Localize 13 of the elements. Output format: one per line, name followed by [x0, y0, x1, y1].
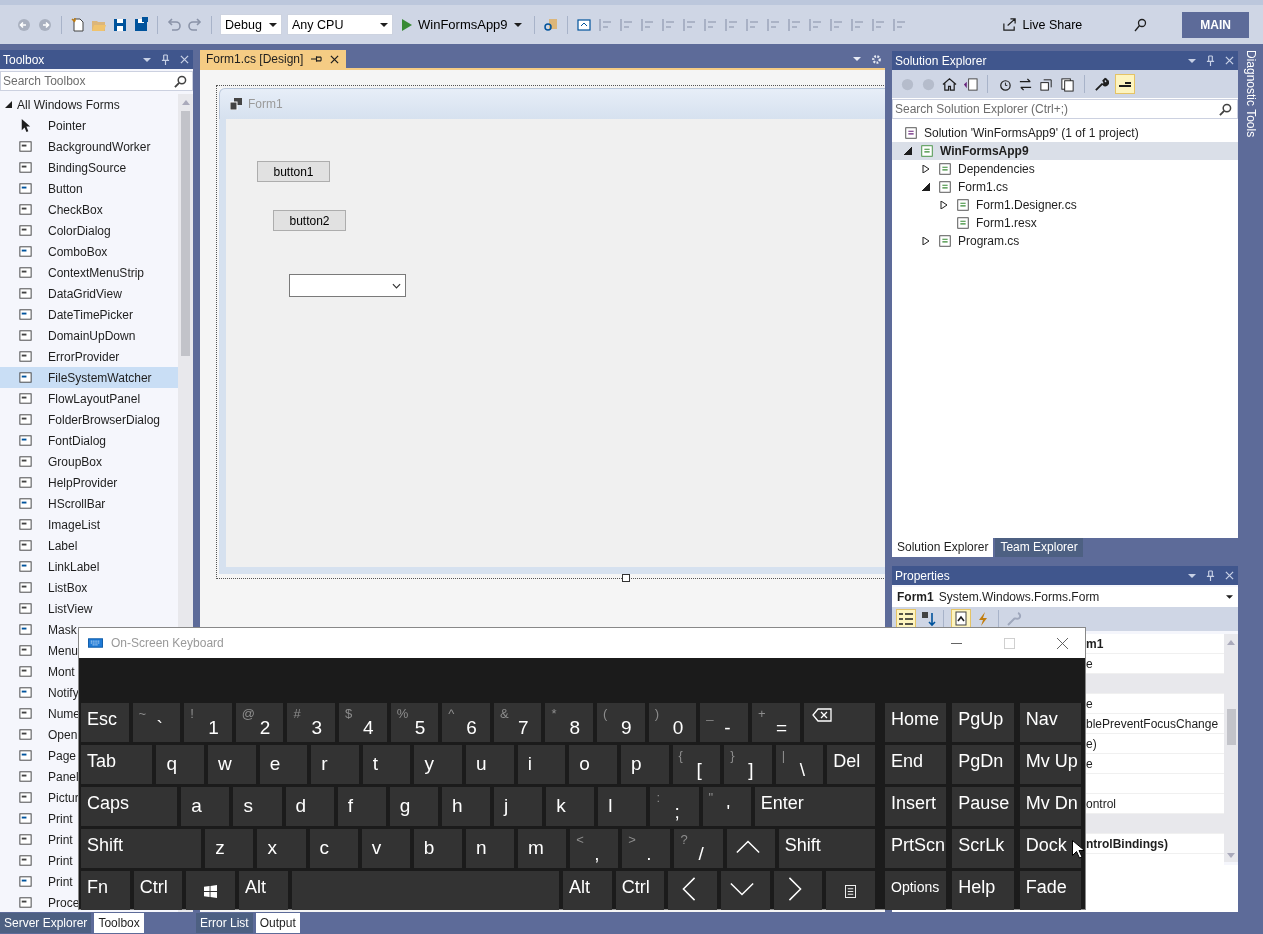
panel-title: Toolbox: [3, 52, 45, 67]
property-value: e: [1086, 756, 1093, 771]
property-value: e: [1086, 696, 1093, 711]
property-value: m1: [1086, 636, 1104, 651]
property-value: e: [1086, 656, 1093, 671]
panel-title: Properties: [895, 568, 950, 583]
property-value: ontrol: [1086, 796, 1117, 811]
form-title: Form1: [248, 97, 283, 111]
property-value: e): [1086, 736, 1097, 751]
window-title: On-Screen Keyboard: [111, 636, 224, 650]
property-value: ntrolBindings): [1086, 836, 1168, 851]
property-value: blePreventFocusChange: [1086, 716, 1219, 731]
panel-title: Solution Explorer: [895, 53, 987, 68]
